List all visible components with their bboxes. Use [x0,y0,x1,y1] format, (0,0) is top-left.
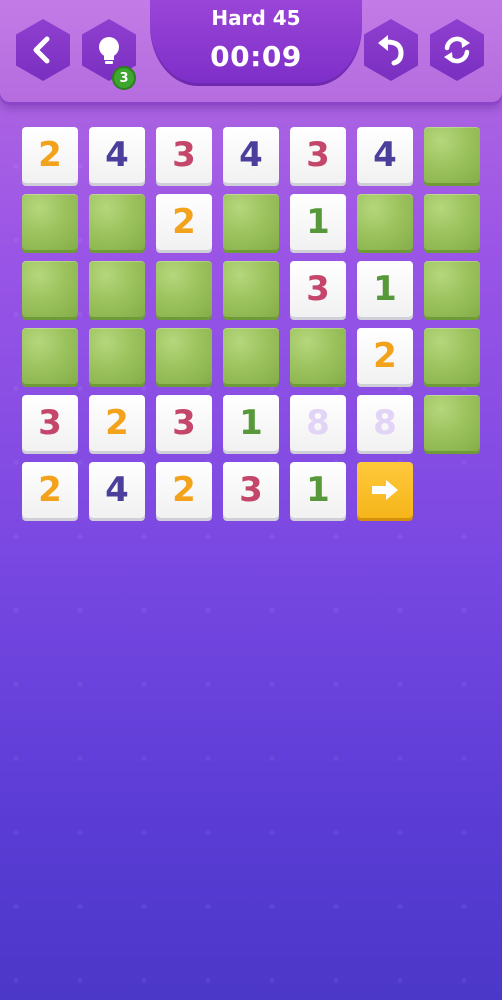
grid-tile-green[interactable] [156,328,212,384]
grid-tile-green[interactable] [424,328,480,384]
grid-tile-number[interactable]: 4 [89,127,145,183]
undo-button[interactable] [364,19,418,81]
grid-tile-number[interactable]: 1 [223,395,279,451]
refresh-icon [444,36,470,64]
grid-tile-number[interactable]: 2 [22,127,78,183]
grid-tile-number[interactable]: 3 [156,127,212,183]
grid-tile-green[interactable] [424,395,480,451]
restart-button[interactable] [430,19,484,81]
grid-tile-number[interactable]: 3 [290,261,346,317]
grid-tile-green[interactable] [223,194,279,250]
grid-tile-number[interactable]: 3 [156,395,212,451]
undo-arrow-icon [378,35,404,66]
grid-tile-green[interactable] [156,261,212,317]
grid-tile-green[interactable] [89,328,145,384]
top-bar: Hard 45 00:09 3 [0,0,502,102]
grid-tile-number[interactable]: 2 [156,194,212,250]
grid-tile-green[interactable] [290,328,346,384]
grid-tile-number[interactable]: 2 [89,395,145,451]
chevron-left-icon [33,36,50,64]
grid-tile-number[interactable]: 1 [290,462,346,518]
grid-tile-green[interactable] [22,194,78,250]
grid-tile-number[interactable]: 8 [290,395,346,451]
timer: 00:09 [210,40,302,73]
grid-tile-green[interactable] [424,194,480,250]
grid-tile-green[interactable] [223,261,279,317]
grid-tile-number[interactable]: 8 [357,395,413,451]
grid-tile-green[interactable] [22,328,78,384]
grid-tile-green[interactable] [357,194,413,250]
grid-tile-number[interactable]: 2 [22,462,78,518]
grid-tile-number[interactable]: 2 [156,462,212,518]
grid-tile-number[interactable]: 3 [22,395,78,451]
grid-tile-number[interactable]: 1 [290,194,346,250]
level-title: Hard 45 [211,6,301,30]
grid-tile-number[interactable]: 4 [357,127,413,183]
grid-tile-green[interactable] [424,127,480,183]
lightbulb-icon [99,37,119,64]
hint-count-badge: 3 [112,66,136,90]
grid-tile-number[interactable]: 1 [357,261,413,317]
grid-tile-green[interactable] [22,261,78,317]
grid-tile-number[interactable]: 3 [290,127,346,183]
grid-tile-number[interactable]: 3 [223,462,279,518]
grid-tile-number[interactable]: 4 [89,462,145,518]
grid-tile-green[interactable] [223,328,279,384]
back-button[interactable] [16,19,70,81]
grid-tile-green[interactable] [89,194,145,250]
grid-tile-number[interactable]: 2 [357,328,413,384]
next-arrow-button[interactable] [357,462,413,518]
grid-tile-green[interactable] [424,261,480,317]
grid-tile-number[interactable]: 4 [223,127,279,183]
arrow-right-icon [372,480,398,500]
grid-tile-green[interactable] [89,261,145,317]
